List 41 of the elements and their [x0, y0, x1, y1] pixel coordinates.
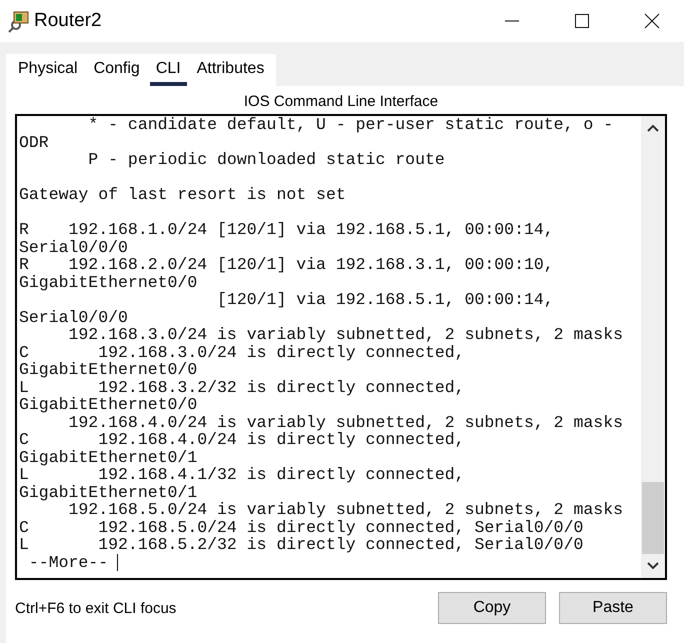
- cli-output-line: GigabitEthernet0/1: [19, 448, 198, 466]
- cli-output-line: * - candidate default, U - per-user static route, o -: [87, 116, 614, 134]
- cli-output-line: P - periodic downloaded static route: [87, 150, 445, 169]
- cli-output-line: L 192.168.3.2/32 is directly connected,: [19, 378, 465, 396]
- window-title: Router2: [34, 10, 102, 32]
- cli-output-line: GigabitEthernet0/1: [19, 482, 198, 502]
- action-button[interactable]: Copy: [438, 592, 546, 624]
- action-button[interactable]: Paste: [559, 592, 667, 624]
- cli-output-line: [120/1] via 192.168.5.1, 00:00:14,: [216, 290, 554, 309]
- cli-output-line: C 192.168.4.0/24 is directly connected,: [19, 430, 465, 449]
- scrollbar[interactable]: [641, 116, 665, 578]
- panel-title: IOS Command Line Interface: [242, 92, 440, 112]
- cli-console[interactable]: [15, 114, 667, 580]
- more-prompt: --More--: [28, 552, 108, 572]
- router-icon: [8, 9, 30, 33]
- tab[interactable]: Physical: [12, 58, 84, 86]
- cli-output-line: 192.168.5.0/24 is variably subnetted, 2 subnets, 2 masks: [68, 500, 623, 519]
- cli-output-line: ODR: [19, 132, 49, 152]
- cli-output-line: GigabitEthernet0/0: [19, 395, 198, 414]
- cli-output-line: Gateway of last resort is not set: [19, 185, 346, 204]
- tab[interactable]: Attributes: [190, 58, 270, 86]
- cli-output-line: L 192.168.5.2/32 is directly connected, Serial0/0/0: [19, 535, 584, 554]
- tab[interactable]: Config: [88, 58, 146, 86]
- focus-hint: Ctrl+F6 to exit CLI focus: [15, 600, 176, 616]
- cli-output-line: 192.168.3.0/24 is variably subnetted, 2 subnets, 2 masks: [68, 325, 623, 344]
- scroll-down-icon[interactable]: [647, 562, 659, 570]
- text-cursor: [117, 554, 118, 570]
- cli-output-line: GigabitEthernet0/0: [19, 360, 198, 379]
- cli-output-line: Serial0/0/0: [19, 308, 128, 326]
- scroll-up-icon[interactable]: [647, 124, 659, 132]
- cli-output-line: GigabitEthernet0/0: [19, 272, 198, 292]
- cli-output-line: C 192.168.5.0/24 is directly connected, Serial0/0/0: [19, 518, 584, 536]
- cli-output-line: C 192.168.3.0/24 is directly connected,: [19, 342, 465, 362]
- maximize-icon[interactable]: [574, 13, 590, 29]
- close-icon[interactable]: [644, 13, 660, 29]
- cli-output-line: L 192.168.4.1/32 is directly connected,: [19, 465, 465, 484]
- cli-output-line: 192.168.4.0/24 is variably subnetted, 2 subnets, 2 masks: [68, 412, 623, 432]
- cli-output-line: R 192.168.1.0/24 [120/1] via 192.168.5.1, 00:00:14,: [19, 220, 554, 239]
- cli-output-line: Serial0/0/0: [19, 238, 128, 256]
- cli-output-line: R 192.168.2.0/24 [120/1] via 192.168.3.1, 00:00:10,: [19, 255, 554, 274]
- scrollbar-thumb[interactable]: [642, 482, 664, 554]
